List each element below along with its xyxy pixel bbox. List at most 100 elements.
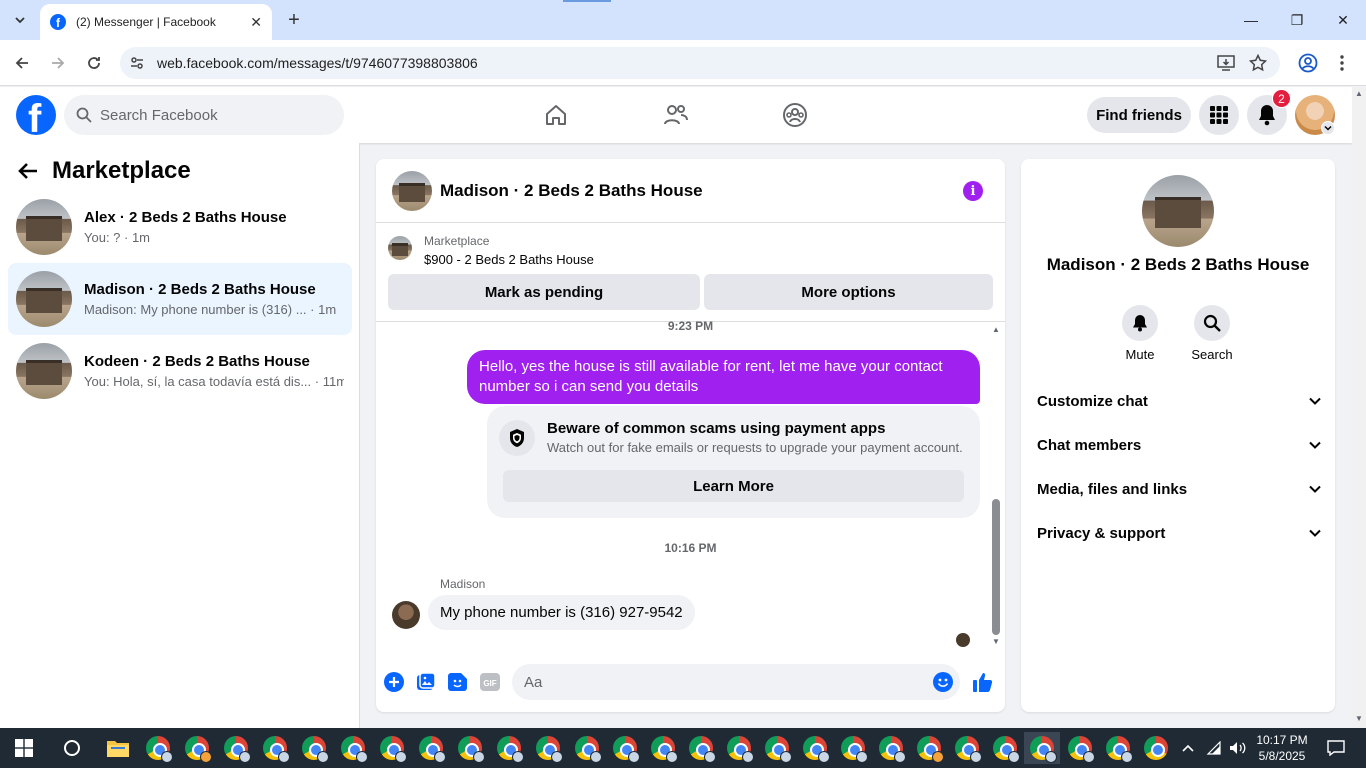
plus-icon[interactable] — [383, 671, 405, 693]
learn-more-button[interactable]: Learn More — [503, 470, 964, 502]
emoji-icon[interactable] — [932, 671, 954, 693]
minimize-button[interactable]: — — [1228, 0, 1274, 40]
outgoing-message[interactable]: Hello, yes the house is still available … — [467, 350, 980, 404]
chrome-window-9[interactable] — [452, 732, 488, 764]
chrome-window-8[interactable] — [413, 732, 449, 764]
chrome-window-27[interactable] — [1138, 732, 1174, 764]
sticker-icon[interactable] — [447, 671, 469, 693]
close-window-button[interactable]: ✕ — [1320, 0, 1366, 40]
scrollbar-thumb[interactable] — [992, 499, 1000, 635]
gif-icon[interactable]: GIF — [479, 671, 501, 693]
chrome-window-14[interactable] — [645, 732, 681, 764]
tab-search-button[interactable] — [8, 8, 32, 32]
search-in-chat-button[interactable]: Search — [1182, 305, 1242, 362]
chrome-window-17[interactable] — [759, 732, 795, 764]
sender-avatar[interactable] — [392, 601, 420, 629]
bookmark-button[interactable] — [1246, 51, 1270, 75]
chrome-window-4[interactable] — [257, 732, 293, 764]
media-files-links-section[interactable]: Media, files and links — [1037, 467, 1321, 511]
listing-price-title[interactable]: $900 - 2 Beds 2 Baths House — [424, 252, 594, 267]
chrome-window-3[interactable] — [218, 732, 254, 764]
chrome-window-active[interactable] — [1024, 732, 1060, 764]
forward-button[interactable] — [46, 51, 70, 75]
message-thread[interactable]: 9:23 PM Hello, yes the house is still av… — [376, 319, 1005, 653]
more-options-button[interactable]: More options — [704, 274, 993, 310]
reload-button[interactable] — [82, 51, 106, 75]
chrome-window-22[interactable] — [949, 732, 985, 764]
new-tab-button[interactable]: + — [282, 8, 306, 32]
page-scroll-up-arrow-icon[interactable]: ▲ — [1354, 89, 1364, 99]
chrome-window-2[interactable] — [179, 732, 215, 764]
info-icon[interactable]: i — [963, 181, 983, 201]
site-settings-icon[interactable] — [129, 55, 145, 71]
chrome-window-15[interactable] — [683, 732, 719, 764]
privacy-support-section[interactable]: Privacy & support — [1037, 511, 1321, 555]
chrome-window-12[interactable] — [569, 732, 605, 764]
back-arrow-icon[interactable] — [18, 162, 38, 180]
conversation-item-kodeen[interactable]: Kodeen · 2 Beds 2 Baths House You: Hola,… — [8, 335, 352, 407]
customize-chat-section[interactable]: Customize chat — [1037, 379, 1321, 423]
incoming-message[interactable]: My phone number is (316) 927-9542 — [428, 595, 695, 630]
account-chevron-icon[interactable] — [1321, 121, 1335, 135]
scroll-up-arrow-icon[interactable]: ▲ — [991, 325, 1001, 335]
back-button[interactable] — [10, 51, 34, 75]
nav-friends-button[interactable] — [660, 99, 692, 131]
listing-thumbnail[interactable] — [388, 236, 412, 260]
chrome-window-25[interactable] — [1062, 732, 1098, 764]
conversation-item-madison[interactable]: Madison · 2 Beds 2 Baths House Madison: … — [8, 263, 352, 335]
chrome-window-5[interactable] — [296, 732, 332, 764]
mark-as-pending-button[interactable]: Mark as pending — [388, 274, 700, 310]
install-app-button[interactable] — [1214, 51, 1238, 75]
chrome-window-26[interactable] — [1100, 732, 1136, 764]
restore-button[interactable]: ❐ — [1274, 0, 1320, 40]
volume-button[interactable] — [1226, 732, 1250, 764]
reload-icon — [88, 57, 100, 69]
chrome-window-19[interactable] — [835, 732, 871, 764]
browser-menu-button[interactable] — [1330, 51, 1354, 75]
action-center-button[interactable] — [1318, 732, 1354, 764]
chrome-window-1[interactable] — [140, 732, 176, 764]
browser-tab-messenger[interactable]: f (2) Messenger | Facebook ✕ — [40, 4, 272, 40]
tray-overflow-button[interactable] — [1176, 732, 1200, 764]
chat-members-section[interactable]: Chat members — [1037, 423, 1321, 467]
tab-close-icon[interactable]: ✕ — [250, 14, 262, 31]
thread-scrollbar[interactable]: ▲ ▼ — [990, 323, 1002, 653]
facebook-logo-icon[interactable]: f — [16, 95, 56, 135]
mute-button[interactable]: Mute — [1110, 305, 1170, 362]
chrome-window-20[interactable] — [873, 732, 909, 764]
photo-icon[interactable] — [415, 671, 437, 693]
page-scroll-down-arrow-icon[interactable]: ▼ — [1354, 714, 1364, 724]
address-bar[interactable]: web.facebook.com/messages/t/974607739880… — [120, 47, 1280, 79]
windows-logo-icon — [15, 739, 33, 757]
chat-title[interactable]: Madison · 2 Beds 2 Baths House — [440, 181, 703, 201]
info-avatar[interactable] — [1142, 175, 1214, 247]
file-explorer-button[interactable] — [100, 732, 136, 764]
chrome-window-10[interactable] — [491, 732, 527, 764]
find-friends-button[interactable]: Find friends — [1087, 97, 1191, 133]
chrome-window-16[interactable] — [721, 732, 757, 764]
network-button[interactable] — [1202, 732, 1226, 764]
message-input[interactable] — [512, 664, 960, 700]
chat-avatar[interactable] — [392, 170, 432, 211]
section-label: Media, files and links — [1037, 480, 1188, 498]
chrome-window-13[interactable] — [607, 732, 643, 764]
conversation-item-alex[interactable]: Alex · 2 Beds 2 Baths House You: ? · 1m — [8, 191, 352, 263]
page-scrollbar[interactable]: ▲ ▼ — [1352, 87, 1366, 728]
profile-button[interactable] — [1296, 51, 1320, 75]
chrome-window-23[interactable] — [987, 732, 1023, 764]
chrome-window-18[interactable] — [797, 732, 833, 764]
search-taskbar-button[interactable] — [54, 732, 90, 764]
menu-button[interactable] — [1199, 95, 1239, 135]
chrome-window-11[interactable] — [530, 732, 566, 764]
nav-home-button[interactable] — [540, 99, 572, 131]
conversation-name: Madison · 2 Beds 2 Baths House — [84, 281, 316, 298]
nav-groups-button[interactable] — [779, 99, 811, 131]
start-button[interactable] — [6, 732, 42, 764]
scroll-down-arrow-icon[interactable]: ▼ — [991, 637, 1001, 647]
thumbs-up-icon[interactable] — [972, 671, 994, 693]
chrome-window-6[interactable] — [335, 732, 371, 764]
chrome-window-21[interactable] — [911, 732, 947, 764]
system-clock[interactable]: 10:17 PM 5/8/2025 — [1256, 732, 1308, 764]
chrome-window-7[interactable] — [374, 732, 410, 764]
facebook-search-box[interactable]: Search Facebook — [64, 95, 344, 135]
